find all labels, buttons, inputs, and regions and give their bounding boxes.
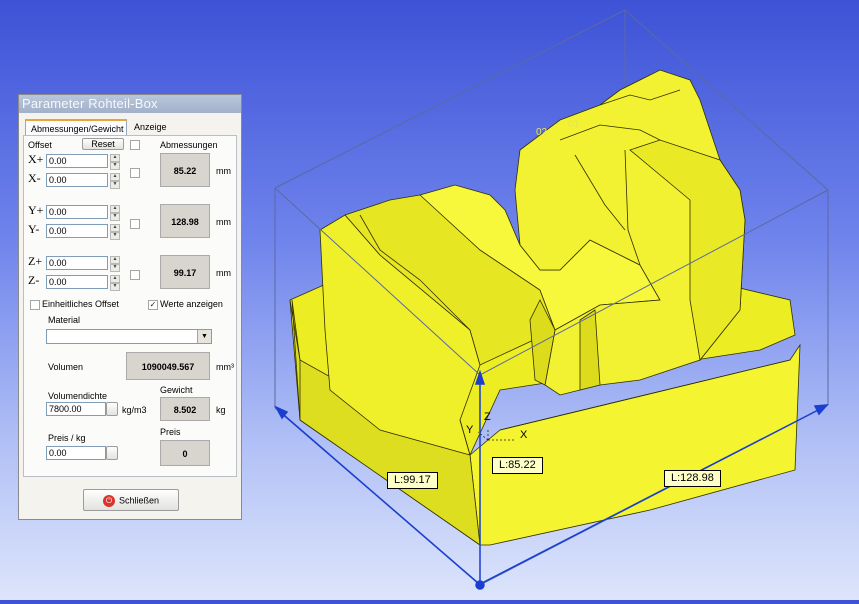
offset-label: Offset: [28, 140, 52, 150]
y-sync-checkbox[interactable]: [130, 219, 140, 229]
uniform-offset-checkbox[interactable]: [30, 300, 40, 310]
price-total-value: 0: [160, 440, 210, 466]
volume-label: Volumen: [48, 362, 84, 372]
y-plus-label: Y+: [28, 203, 44, 217]
stock-box-dialog: Parameter Rohteil-Box Abmessungen/Gewich…: [18, 94, 242, 520]
dimension-label-y: L:128.98: [664, 470, 721, 487]
z-minus-spinner[interactable]: ▲ ▼: [110, 275, 120, 291]
density-unit: kg/m3: [122, 405, 147, 415]
dimensions-label: Abmessungen: [160, 140, 218, 150]
density-picker-button[interactable]: [106, 402, 118, 416]
x-plus-label: X+: [28, 152, 44, 166]
dimension-z-value: 99.17: [160, 255, 210, 289]
uniform-offset-label: Einheitliches Offset: [42, 299, 119, 309]
show-values-label: Werte anzeigen: [160, 299, 223, 309]
chevron-down-icon[interactable]: ▼: [197, 330, 211, 343]
z-plus-input[interactable]: 0.00: [46, 256, 108, 270]
z-sync-checkbox[interactable]: [130, 270, 140, 280]
price-per-kg-input[interactable]: 0.00: [46, 446, 106, 460]
dialog-title[interactable]: Parameter Rohteil-Box: [19, 95, 241, 113]
tab-panel: Offset Reset Abmessungen X+ 0.00 ▲ ▼ X- 0…: [23, 135, 237, 477]
density-label: Volumendichte: [48, 391, 108, 401]
dimension-x-value: 85.22: [160, 153, 210, 187]
axis-z-label: Z: [484, 411, 491, 423]
tab-dimensions-weight[interactable]: Abmessungen/Gewicht: [25, 119, 127, 135]
x-sync-checkbox[interactable]: [130, 168, 140, 178]
x-minus-label: X-: [28, 171, 41, 185]
close-button[interactable]: ⏻ Schließen: [83, 489, 179, 511]
material-select[interactable]: ▼: [46, 329, 212, 344]
x-plus-input[interactable]: 0.00: [46, 154, 108, 168]
reset-button[interactable]: Reset: [82, 138, 124, 150]
corner-label-01: 01: [568, 119, 580, 130]
y-plus-spinner[interactable]: ▲ ▼: [110, 205, 120, 221]
y-minus-label: Y-: [28, 222, 40, 236]
y-minus-input[interactable]: 0.00: [46, 224, 108, 238]
tab-display[interactable]: Anzeige: [129, 119, 179, 135]
y-minus-spinner[interactable]: ▲ ▼: [110, 224, 120, 240]
material-label: Material: [48, 315, 81, 325]
x-minus-spinner[interactable]: ▲ ▼: [110, 173, 120, 189]
axis-y-label: Y: [466, 424, 474, 436]
offset-sync-checkbox[interactable]: [130, 140, 140, 150]
z-plus-label: Z+: [28, 254, 43, 268]
weight-unit: kg: [216, 405, 226, 415]
weight-value: 8.502: [160, 397, 210, 421]
price-picker-button[interactable]: [106, 446, 118, 460]
x-plus-spinner[interactable]: ▲ ▼: [110, 154, 120, 170]
dimension-label-z: L:99.17: [387, 472, 438, 489]
close-button-label: Schließen: [118, 495, 160, 506]
power-icon: ⏻: [102, 494, 115, 507]
dimension-label-x: L:85.22: [492, 457, 543, 474]
show-values-checkbox[interactable]: ✓: [148, 300, 158, 310]
weight-label: Gewicht: [160, 385, 193, 395]
z-minus-input[interactable]: 0.00: [46, 275, 108, 289]
density-input[interactable]: 7800.00: [46, 402, 106, 416]
price-per-kg-label: Preis / kg: [48, 433, 86, 443]
x-minus-input[interactable]: 0.00: [46, 173, 108, 187]
volume-unit: mm³: [216, 362, 234, 372]
dimension-y-unit: mm: [216, 217, 231, 227]
y-plus-input[interactable]: 0.00: [46, 205, 108, 219]
dimension-x-unit: mm: [216, 166, 231, 176]
dimension-z-unit: mm: [216, 268, 231, 278]
axis-x-label: X: [520, 429, 528, 441]
z-minus-label: Z-: [28, 273, 40, 287]
z-plus-spinner[interactable]: ▲ ▼: [110, 256, 120, 272]
corner-label-02: 02: [536, 127, 548, 138]
price-total-label: Preis: [160, 427, 181, 437]
dimension-y-value: 128.98: [160, 204, 210, 238]
volume-value: 1090049.567: [126, 352, 210, 380]
